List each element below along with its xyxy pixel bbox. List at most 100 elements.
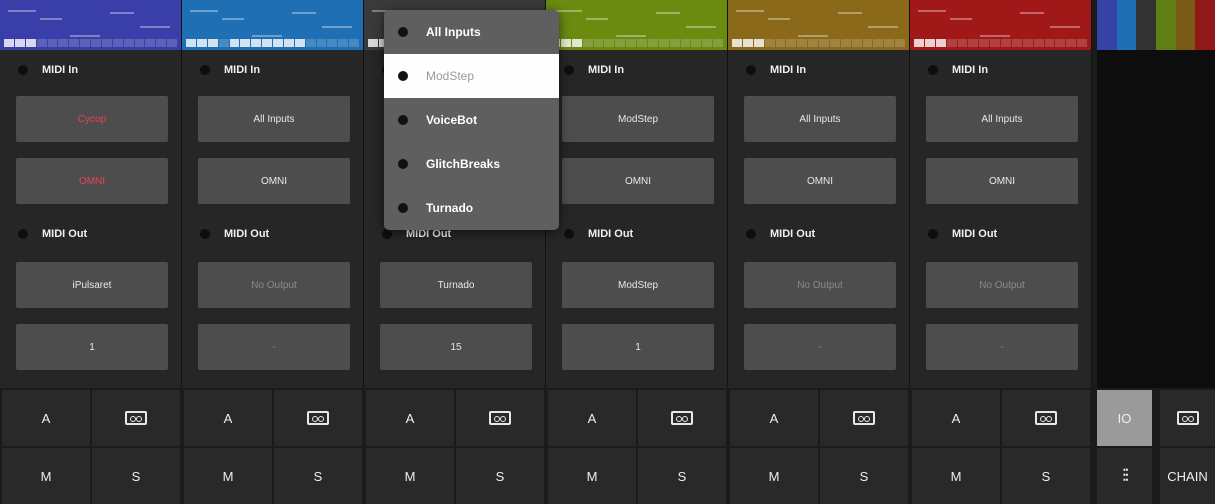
toggle-dot-icon xyxy=(746,229,756,239)
midi-out-destination-button[interactable]: No Output xyxy=(744,262,896,308)
auto-button[interactable]: A xyxy=(912,390,1000,446)
toggle-dot-icon xyxy=(18,65,28,75)
popup-menu-item-label: Turnado xyxy=(426,201,474,215)
auto-button[interactable]: A xyxy=(366,390,454,446)
sliders-icon: ⫶⫶ xyxy=(1122,465,1129,486)
midi-in-channel-button[interactable]: OMNI xyxy=(926,158,1078,204)
bullet-icon xyxy=(398,115,408,125)
midi-in-channel-button[interactable]: OMNI xyxy=(562,158,714,204)
toggle-dot-icon xyxy=(18,229,28,239)
tape-button[interactable] xyxy=(274,390,362,446)
mute-button[interactable]: M xyxy=(548,448,636,504)
midi-in-channel-button[interactable]: OMNI xyxy=(744,158,896,204)
midi-out-destination-button[interactable]: Turnado xyxy=(380,262,532,308)
midi-out-channel-button[interactable]: 1 xyxy=(16,324,168,370)
mute-button[interactable]: M xyxy=(366,448,454,504)
midi-in-channel-button[interactable]: OMNI xyxy=(16,158,168,204)
midi-out-toggle-text: MIDI Out xyxy=(952,228,998,240)
toggle-dot-icon xyxy=(928,65,938,75)
toggle-dot-icon xyxy=(200,65,210,75)
midi-out-toggle[interactable]: MIDI Out xyxy=(18,228,87,240)
tape-icon xyxy=(853,411,875,425)
midi-in-toggle[interactable]: MIDI In xyxy=(200,64,260,76)
midi-in-toggle[interactable]: MIDI In xyxy=(18,64,78,76)
popup-menu-item-label: GlitchBreaks xyxy=(426,157,501,171)
tape-button[interactable] xyxy=(92,390,180,446)
tape-icon xyxy=(489,411,511,425)
channel-column: MIDI In Cycop OMNI MIDI Out iPulsaret 1 xyxy=(0,0,182,388)
auto-button[interactable]: A xyxy=(730,390,818,446)
channel-header[interactable] xyxy=(182,0,363,50)
channel-column: MIDI In All Inputs OMNI MIDI Out No Output - xyxy=(910,0,1092,388)
toggle-dot-icon xyxy=(564,65,574,75)
midi-in-source-button[interactable]: Cycop xyxy=(16,96,168,142)
bullet-icon xyxy=(398,27,408,37)
midi-in-toggle-text: MIDI In xyxy=(588,64,625,76)
mute-button[interactable]: M xyxy=(184,448,272,504)
channel-header[interactable] xyxy=(910,0,1091,50)
midi-out-toggle-text: MIDI Out xyxy=(42,228,88,240)
solo-button[interactable]: S xyxy=(820,448,908,504)
mute-button[interactable]: M xyxy=(912,448,1000,504)
midi-out-destination-button[interactable]: ModStep xyxy=(562,262,714,308)
midi-in-toggle[interactable]: MIDI In xyxy=(928,64,988,76)
popup-menu-item[interactable]: ModStep xyxy=(384,54,559,98)
channel-header[interactable] xyxy=(546,0,727,50)
midi-out-destination-button[interactable]: No Output xyxy=(926,262,1078,308)
midi-out-toggle[interactable]: MIDI Out xyxy=(564,228,633,240)
midi-in-source-button[interactable]: All Inputs xyxy=(198,96,350,142)
tape-button[interactable] xyxy=(456,390,544,446)
midi-in-toggle[interactable]: MIDI In xyxy=(746,64,806,76)
popup-menu-item[interactable]: All Inputs xyxy=(384,10,559,54)
popup-menu-item[interactable]: Turnado xyxy=(384,186,559,230)
midi-out-channel-button[interactable]: - xyxy=(744,324,896,370)
midi-in-source-button[interactable]: ModStep xyxy=(562,96,714,142)
tape-button[interactable] xyxy=(820,390,908,446)
channel-column: MIDI In All Inputs OMNI MIDI Out No Output - xyxy=(728,0,910,388)
midi-out-channel-button[interactable]: 1 xyxy=(562,324,714,370)
midi-out-destination-button[interactable]: iPulsaret xyxy=(16,262,168,308)
auto-button[interactable]: A xyxy=(2,390,90,446)
popup-menu-item[interactable]: GlitchBreaks xyxy=(384,142,559,186)
toggle-dot-icon xyxy=(200,229,210,239)
io-button[interactable]: IO xyxy=(1097,390,1152,446)
midi-in-source-button[interactable]: All Inputs xyxy=(926,96,1078,142)
midi-out-destination-button[interactable]: No Output xyxy=(198,262,350,308)
channel-header[interactable] xyxy=(0,0,181,50)
tape-icon xyxy=(671,411,693,425)
channel-header[interactable] xyxy=(728,0,909,50)
midi-out-channel-button[interactable]: 15 xyxy=(380,324,532,370)
tape-button[interactable] xyxy=(1002,390,1090,446)
popup-menu-item-label: VoiceBot xyxy=(426,113,478,127)
midi-in-toggle-text: MIDI In xyxy=(770,64,807,76)
midi-out-toggle[interactable]: MIDI Out xyxy=(200,228,269,240)
solo-button[interactable]: S xyxy=(456,448,544,504)
mute-button[interactable]: M xyxy=(730,448,818,504)
midi-in-toggle[interactable]: MIDI In xyxy=(564,64,624,76)
midi-input-popup: All Inputs ModStep VoiceBot GlitchBreaks Tur… xyxy=(384,10,559,230)
tape-icon xyxy=(1176,411,1199,425)
solo-button[interactable]: S xyxy=(1002,448,1090,504)
midi-out-toggle[interactable]: MIDI Out xyxy=(746,228,815,240)
tape-button[interactable] xyxy=(1160,390,1215,446)
mute-button[interactable]: M xyxy=(2,448,90,504)
midi-out-toggle[interactable]: MIDI Out xyxy=(928,228,997,240)
mixer-sliders-button[interactable]: ⫶⫶ xyxy=(1097,448,1152,504)
midi-out-channel-button[interactable]: - xyxy=(198,324,350,370)
midi-in-source-button[interactable]: All Inputs xyxy=(744,96,896,142)
solo-button[interactable]: S xyxy=(92,448,180,504)
tape-icon xyxy=(307,411,329,425)
auto-button[interactable]: A xyxy=(184,390,272,446)
popup-menu-item[interactable]: VoiceBot xyxy=(384,98,559,142)
solo-button[interactable]: S xyxy=(274,448,362,504)
midi-in-toggle-text: MIDI In xyxy=(224,64,261,76)
midi-out-toggle-text: MIDI Out xyxy=(224,228,270,240)
auto-button[interactable]: A xyxy=(548,390,636,446)
chain-button[interactable]: CHAIN xyxy=(1160,448,1215,504)
bullet-icon xyxy=(398,71,408,81)
tape-button[interactable] xyxy=(638,390,726,446)
midi-in-channel-button[interactable]: OMNI xyxy=(198,158,350,204)
color-palette[interactable] xyxy=(1097,0,1215,50)
solo-button[interactable]: S xyxy=(638,448,726,504)
midi-out-channel-button[interactable]: - xyxy=(926,324,1078,370)
